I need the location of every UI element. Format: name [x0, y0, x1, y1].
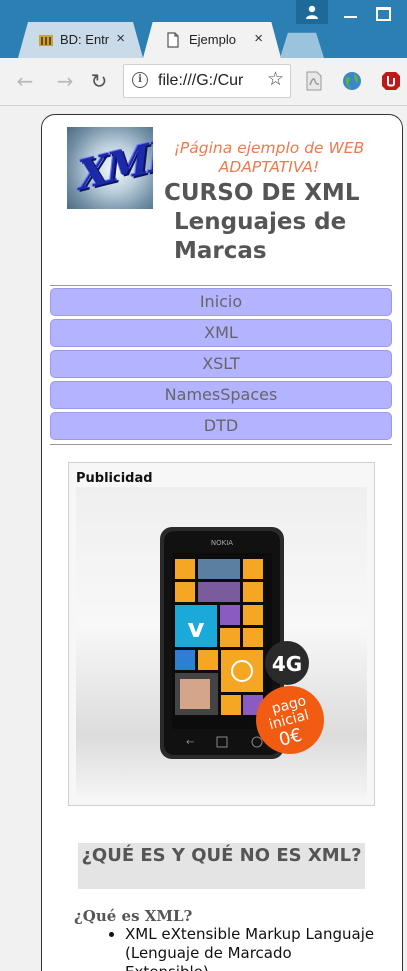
close-icon[interactable]: × [116, 30, 125, 47]
tagline: ¡Página ejemplo de WEB ADAPTATIVA! [173, 139, 365, 176]
database-icon [39, 35, 53, 46]
url-text[interactable]: file:///G:/Cur [158, 72, 254, 90]
minimize-button[interactable] [340, 4, 362, 22]
nav-item-inicio[interactable]: Inicio [50, 288, 392, 316]
page-viewport[interactable]: XML ¡Página ejemplo de WEB ADAPTATIVA! C… [0, 106, 407, 971]
4g-badge: 4G [272, 652, 302, 676]
tab-label: BD: Entr [60, 32, 110, 47]
tab-bd[interactable]: BD: Entr × [18, 22, 143, 58]
forward-button[interactable]: → [52, 68, 78, 94]
phone-brand: NOKIA [211, 539, 233, 547]
nav-item-namespaces[interactable]: NamesSpaces [50, 381, 392, 409]
shield-extension-icon[interactable] [380, 70, 402, 92]
title-line: Lenguajes de [174, 209, 347, 235]
pdf-extension-icon[interactable] [303, 70, 325, 92]
tab-ejemplo[interactable]: Ejemplo × [143, 22, 281, 58]
phone-illustration: NOKIA v 4G pago inicial 0€ ← [160, 527, 324, 759]
nav-item-xml[interactable]: XML [50, 319, 392, 347]
profile-button[interactable] [296, 0, 328, 24]
info-icon[interactable]: i [132, 72, 148, 88]
svg-text:v: v [188, 614, 205, 644]
close-icon[interactable]: × [254, 30, 263, 47]
logo-text: XML [76, 128, 153, 201]
section-title: ¿QUÉ ES Y QUÉ NO ES XML? [78, 843, 365, 889]
list-item: XML eXtensible Markup Languaje (Lenguaje… [125, 925, 375, 971]
main-nav: Inicio XML XSLT NamesSpaces DTD [50, 285, 392, 445]
advertisement: Publicidad NOKIA v 4G pago inicial 0€ ← [68, 462, 375, 806]
bullet-list: XML eXtensible Markup Languaje (Lenguaje… [102, 925, 375, 971]
reload-button[interactable]: ↻ [86, 68, 112, 94]
globe-extension-icon[interactable] [341, 70, 363, 92]
nav-item-dtd[interactable]: DTD [50, 412, 392, 440]
bookmark-star-icon[interactable]: ☆ [267, 68, 284, 90]
browser-titlebar: BD: Entr × Ejemplo × [0, 0, 407, 58]
page-title: CURSO DE XML Lenguajes de Marcas [164, 179, 384, 266]
back-button[interactable]: ← [12, 68, 38, 94]
user-icon [306, 5, 318, 19]
title-line: Marcas [174, 238, 267, 264]
address-bar[interactable]: i file:///G:/Cur ☆ [123, 64, 291, 98]
svg-text:←: ← [186, 737, 194, 748]
xml-logo: XML [67, 127, 153, 209]
maximize-button[interactable] [372, 4, 394, 22]
ad-image[interactable]: NOKIA v 4G pago inicial 0€ ← [76, 487, 367, 797]
document-icon [167, 32, 179, 48]
question-heading: ¿Qué es XML? [74, 907, 193, 925]
tab-label: Ejemplo [189, 32, 236, 47]
ad-label: Publicidad [76, 471, 153, 486]
browser-toolbar: ← → ↻ i file:///G:/Cur ☆ [0, 58, 407, 106]
nav-item-xslt[interactable]: XSLT [50, 350, 392, 378]
new-tab-button[interactable] [280, 32, 324, 58]
page-container: XML ¡Página ejemplo de WEB ADAPTATIVA! C… [41, 114, 403, 971]
title-line: CURSO DE XML [164, 180, 360, 206]
